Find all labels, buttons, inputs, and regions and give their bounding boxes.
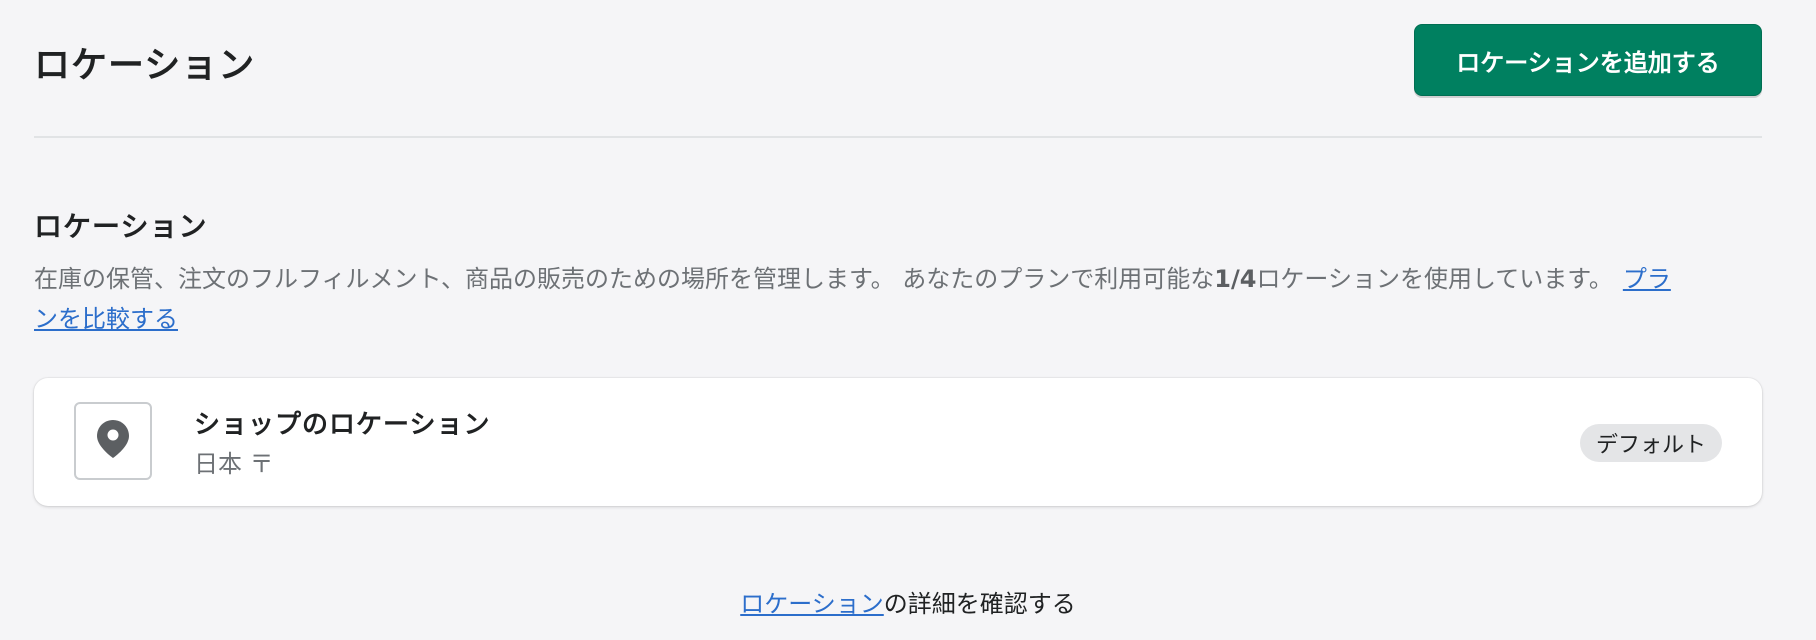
default-badge: デフォルト — [1579, 424, 1722, 462]
locations-section: ロケーション 在庫の保管、注文のフルフィルメント、商品の販売のための場所を管理し… — [34, 205, 1762, 339]
usage-count: 1/4 — [1214, 265, 1257, 293]
locations-page: ロケーション ロケーションを追加する ロケーション 在庫の保管、注文のフルフィル… — [0, 0, 1816, 640]
section-description: 在庫の保管、注文のフルフィルメント、商品の販売のための場所を管理します。 あなた… — [34, 259, 1694, 339]
description-suffix: ロケーションを使用しています。 — [1256, 265, 1613, 293]
add-location-button[interactable]: ロケーションを追加する — [1414, 24, 1762, 96]
footer-help-text: ロケーションの詳細を確認する — [0, 584, 1816, 619]
location-card[interactable]: ショップのロケーション 日本 〒 デフォルト — [34, 378, 1762, 506]
map-pin-icon — [96, 419, 130, 463]
page-header: ロケーション ロケーションを追加する — [34, 0, 1762, 138]
section-title: ロケーション — [34, 210, 208, 243]
description-prefix: 在庫の保管、注文のフルフィルメント、商品の販売のための場所を管理します。 あなた… — [34, 265, 1215, 293]
footer-suffix: の詳細を確認する — [883, 590, 1076, 618]
location-thumbnail — [74, 402, 152, 480]
page-title: ロケーション — [34, 45, 256, 86]
location-address: 日本 〒 — [194, 450, 274, 478]
learn-more-locations-link[interactable]: ロケーション — [740, 590, 884, 618]
location-name: ショップのロケーション — [194, 410, 491, 440]
